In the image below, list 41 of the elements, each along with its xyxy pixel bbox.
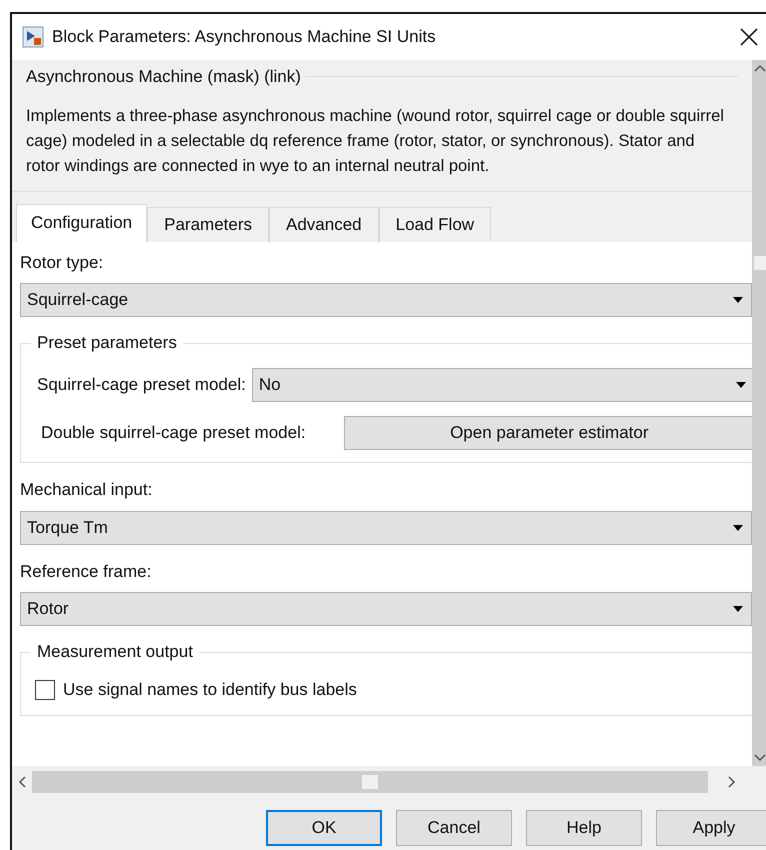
close-icon[interactable] <box>740 28 758 46</box>
dropdown-value: Torque Tm <box>27 516 108 539</box>
dropdown-value: Squirrel-cage <box>27 289 128 312</box>
scroll-right-icon[interactable] <box>728 776 736 788</box>
window-title: Block Parameters: Asynchronous Machine SI Units <box>52 26 436 48</box>
dropdown[interactable]: Squirrel-cage <box>20 283 752 317</box>
scroll-down-icon[interactable] <box>754 754 766 762</box>
tab[interactable]: Configuration <box>16 204 148 242</box>
caret-icon <box>733 297 743 303</box>
scroll-left-icon[interactable] <box>18 776 26 788</box>
dropdown[interactable]: Torque Tm <box>20 510 752 544</box>
caret-icon <box>733 524 743 530</box>
field-label: Rotor type: <box>20 252 104 274</box>
mask-description: Implements a three-phase asynchronous machine (wound rotor, squirrel cage or double squirrel cage) modeled in a selectable dq reference frame (rotor, stator, or synchronous). Stator and rotor windings are connected in wye to an internal neutral point. <box>26 106 725 176</box>
dropdown[interactable]: No <box>252 368 752 402</box>
tab[interactable]: Parameters <box>147 206 269 242</box>
caret-icon <box>733 606 743 612</box>
dropdown-value: Rotor <box>27 598 69 620</box>
horizontal-scrollbar[interactable] <box>32 771 708 793</box>
dropdown[interactable]: Rotor <box>20 592 752 626</box>
field-label: Double squirrel-cage preset model: <box>41 422 306 444</box>
field-label: Squirrel-cage preset model: <box>37 374 246 396</box>
mask-title: Asynchronous Machine (mask) (link) <box>26 66 301 88</box>
dialog-button[interactable]: Cancel <box>396 810 512 846</box>
scroll-thumb[interactable] <box>754 256 766 270</box>
scroll-thumb[interactable] <box>362 775 378 789</box>
caret-icon <box>736 382 746 388</box>
field-label: Reference frame: <box>20 560 152 582</box>
dropdown-value: No <box>258 374 281 396</box>
tab[interactable]: Advanced <box>269 206 379 242</box>
estimator-button[interactable]: Open parameter estimator <box>344 416 752 450</box>
checkbox[interactable] <box>35 680 55 700</box>
tab[interactable]: Load Flow <box>378 206 492 242</box>
dialog-button[interactable]: Help <box>526 810 642 846</box>
dialog-button[interactable]: Apply <box>656 810 766 846</box>
vertical-scrollbar[interactable] <box>752 60 766 766</box>
app-icon <box>22 26 44 48</box>
scroll-up-icon[interactable] <box>754 64 766 72</box>
checkbox-label: Use signal names to identify bus labels <box>63 679 357 701</box>
dialog-button[interactable]: OK <box>266 810 382 846</box>
field-label: Mechanical input: <box>20 479 154 501</box>
